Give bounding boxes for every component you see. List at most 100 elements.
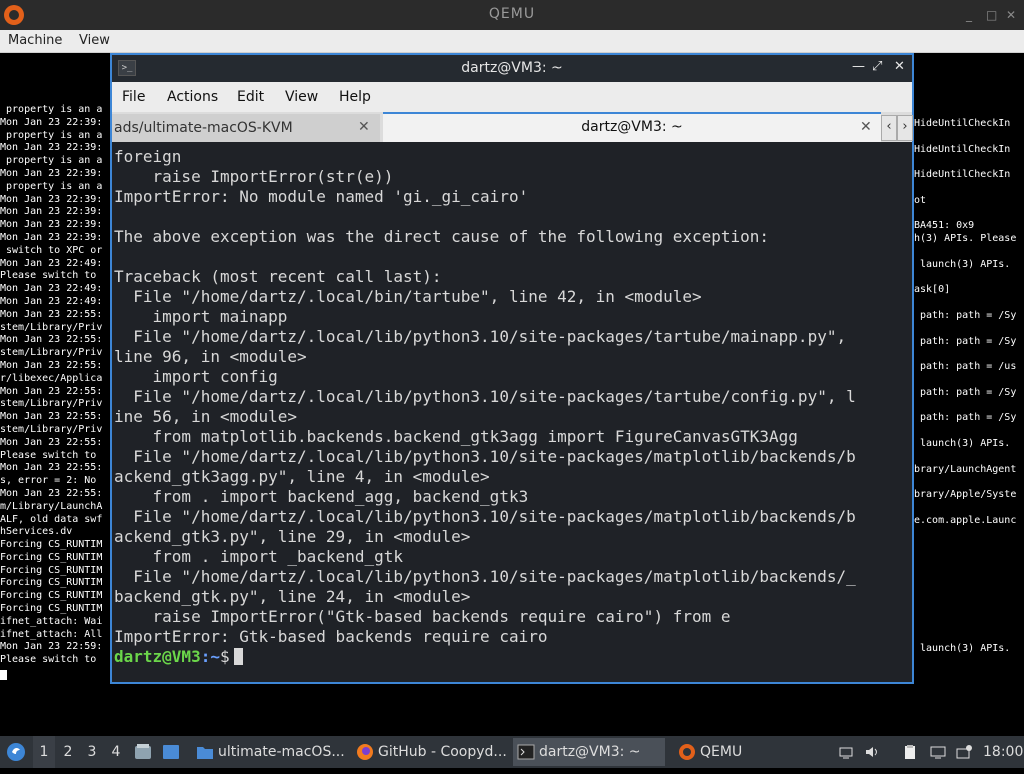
console-line: Forcing CS_RUNTIM [0,539,103,551]
console-line: Mon Jan 23 22:55: [0,411,103,423]
terminal-line: Traceback (most recent call last): [114,267,442,286]
folder-icon [197,747,213,759]
terminal-prompt[interactable]: dartz@VM3:~$ [114,647,904,667]
console-line: stem/Library/Priv [0,321,103,333]
console-line: stem/Library/Priv [0,347,103,359]
workspace-2[interactable]: 2 [57,736,79,768]
terminal-line: ine 56, in <module> [114,407,298,426]
terminal-menu-view[interactable]: View [285,89,318,105]
workspace-1[interactable]: 1 [33,736,55,768]
workspace-4[interactable]: 4 [105,736,127,768]
taskbar: 1 2 3 4 ultimate-macOS... GitHub - Coopy… [0,736,1024,768]
terminal-menu-actions[interactable]: Actions [167,89,218,105]
terminal-line: raise ImportError("Gtk-based backends re… [114,607,731,626]
terminal-line: File "/home/dartz/.local/lib/python3.10/… [114,387,856,406]
terminal-maximize-button[interactable]: ⤢ [872,59,882,74]
console-line: Mon Jan 23 22:39: [0,167,103,179]
terminal-line: The above exception was the direct cause… [114,227,770,246]
qemu-minimize-button[interactable]: _ [966,8,972,22]
terminal-window: >_ dartz@VM3: ~ — ⤢ ✕ File Actions Edit … [110,53,914,684]
terminal-window-title: dartz@VM3: ~ [461,60,563,76]
terminal-menu-edit[interactable]: Edit [237,89,264,105]
terminal-menu-file[interactable]: File [122,89,145,105]
terminal-minimize-button[interactable]: — [852,59,865,74]
clipboard-icon[interactable] [902,744,918,760]
qemu-menubar: Machine View [0,30,1024,53]
console-line: property is an a [0,155,103,167]
console-line: h(3) APIs. Please [914,233,1017,245]
console-cursor [0,670,7,680]
console-line: Mon Jan 23 22:49: [0,257,103,269]
volume-icon[interactable] [864,744,880,760]
qemu-close-button[interactable]: ✕ [1006,8,1016,22]
qemu-maximize-button[interactable]: □ [986,8,997,22]
taskbar-window-terminal[interactable]: dartz@VM3: ~ [513,738,665,766]
qemu-titlebar: QEMU _ □ ✕ [0,0,1024,30]
terminal-close-button[interactable]: ✕ [894,59,905,74]
clock[interactable]: 18:00 [983,736,1023,768]
workspace-3[interactable]: 3 [81,736,103,768]
tab-close-icon[interactable]: ✕ [860,119,872,135]
taskbar-window-qemu[interactable]: QEMU [674,738,774,766]
console-line: launch(3) APIs. [914,642,1011,654]
terminal-line: from matplotlib.backends.backend_gtk3agg… [114,427,798,446]
terminal-menu-help[interactable]: Help [339,89,371,105]
prompt-symbol: $ [219,647,230,666]
console-line: hServices.dv [0,526,73,538]
terminal-line: File "/home/dartz/.local/lib/python3.10/… [114,327,847,346]
console-line: path: path = /Sy [914,386,1017,398]
app-menu-icon[interactable] [6,736,28,768]
console-line: property is an a [0,104,103,115]
console-line: brary/Apple/Syste [914,489,1017,501]
qemu-menu-machine[interactable]: Machine [8,33,62,48]
taskbar-window-label: QEMU [700,744,743,760]
network-status-icon[interactable] [956,744,972,760]
console-line: Forcing CS_RUNTIM [0,564,103,576]
tab-label: ads/ultimate-macOS-KVM [114,120,293,136]
files-launcher-icon[interactable] [134,736,154,768]
console-line: r/libexec/Applica [0,372,103,384]
guest-console-log-left: property is an a Mon Jan 23 22:39: proper… [0,104,112,684]
console-line: Forcing CS_RUNTIM [0,590,103,602]
console-line: path: path = /Sy [914,335,1017,347]
console-line: e.com.apple.Launc [914,514,1017,526]
display-icon[interactable] [930,744,946,760]
console-line: launch(3) APIs. [914,258,1011,270]
console-line: HideUntilCheckIn [914,118,1011,129]
console-line: Mon Jan 23 22:55: [0,359,103,371]
tab-label: dartz@VM3: ~ [581,119,683,135]
console-line: ifnet_attach: All [0,628,103,640]
terminal-line: File "/home/dartz/.local/bin/tartube", l… [114,287,702,306]
terminal-output[interactable]: foreign raise ImportError(str(e)) ImportE… [114,147,904,677]
terminal-line: File "/home/dartz/.local/lib/python3.10/… [114,567,856,586]
tab-close-icon[interactable]: ✕ [358,119,370,135]
taskbar-window-firefox[interactable]: GitHub - Coopyd... [352,738,510,766]
tab-scroll-right-button[interactable]: › [897,115,913,141]
network-icon[interactable] [838,744,854,760]
window-launcher-icon[interactable] [162,736,182,768]
guest-console-log-right: HideUntilCheckIn HideUntilCheckIn HideUnti… [914,118,1024,658]
terminal-line: raise ImportError(str(e)) [114,167,394,186]
console-line: Forcing CS_RUNTIM [0,577,103,589]
console-line: Mon Jan 23 22:55: [0,308,103,320]
prompt-path: :~ [200,647,220,666]
tab-dartz-vm3[interactable]: dartz@VM3: ~ ✕ [383,112,881,142]
qemu-icon [679,744,695,760]
terminal-line: from . import backend_agg, backend_gtk3 [114,487,529,506]
console-line: brary/LaunchAgent [914,463,1017,475]
terminal-line: ackend_gtk3.py", line 29, in <module> [114,527,471,546]
terminal-line: ackend_gtk3agg.py", line 4, in <module> [114,467,490,486]
console-line: ifnet_attach: Wai [0,615,103,627]
tab-scroll-left-button[interactable]: ‹ [881,115,897,141]
prompt-user: dartz@VM3 [114,647,201,666]
console-line: Mon Jan 23 22:39: [0,219,103,231]
taskbar-window-file-manager[interactable]: ultimate-macOS... [192,738,347,766]
console-line: m/Library/LaunchA [0,500,103,512]
console-line: property is an a [0,129,103,141]
tab-ultimate-macos-kvm[interactable]: ads/ultimate-macOS-KVM ✕ [112,114,380,142]
qemu-menu-view[interactable]: View [79,33,110,48]
console-line: Mon Jan 23 22:39: [0,142,103,154]
terminal-cursor [233,648,243,665]
console-line: path: path = /Sy [914,310,1017,321]
